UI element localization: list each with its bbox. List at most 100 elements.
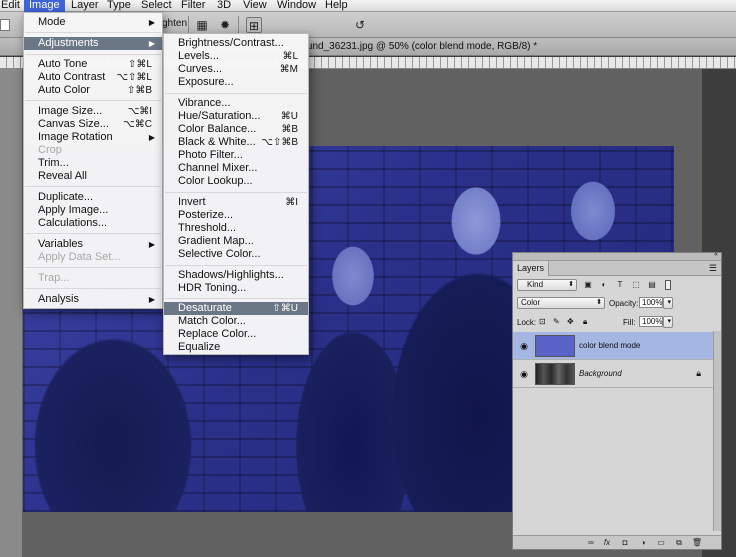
panel-tab-bar: Layers ☰ bbox=[513, 261, 721, 276]
options-divider bbox=[238, 16, 239, 34]
menu-item-trap: Trap... bbox=[38, 272, 70, 284]
kind-filter-dropdown[interactable]: Kind ⬍ bbox=[517, 279, 577, 291]
smart-object-filter-icon[interactable]: ▤ bbox=[647, 280, 657, 290]
gear-icon[interactable]: ✹ bbox=[217, 17, 233, 33]
menubar: Edit Image Layer Type Select Filter 3D V… bbox=[0, 0, 736, 12]
filter-toggle-switch[interactable] bbox=[665, 280, 671, 290]
menu-edit[interactable]: Edit bbox=[0, 0, 25, 12]
menu-item-hue-saturation[interactable]: Hue/Saturation... ⌘U bbox=[164, 110, 308, 123]
layers-panel: « Layers ☰ Kind ⬍ ▣ ◐ T ⬚ ▤ Color ⬍ Opacit… bbox=[512, 251, 722, 550]
layers-scrollbar[interactable] bbox=[713, 331, 721, 531]
layer-style-icon[interactable]: fx bbox=[601, 537, 613, 548]
menu-item-vibrance[interactable]: Vibrance... bbox=[164, 97, 308, 110]
add-mask-icon[interactable]: ◘ bbox=[619, 537, 631, 548]
menu-item-curves[interactable]: Curves... ⌘M bbox=[164, 63, 308, 76]
opacity-label: Opacity: bbox=[609, 299, 639, 308]
menu-item-posterize[interactable]: Posterize... bbox=[164, 209, 308, 222]
adjustment-layer-icon[interactable]: ◑ bbox=[637, 537, 649, 548]
eye-icon[interactable]: ◉ bbox=[518, 340, 530, 352]
menu-item-apply-image[interactable]: Apply Image... bbox=[24, 204, 162, 217]
menu-item-equalize[interactable]: Equalize bbox=[164, 341, 308, 354]
menu-filter[interactable]: Filter bbox=[176, 0, 210, 12]
menu-view[interactable]: View bbox=[238, 0, 272, 12]
menu-item-gradient-map[interactable]: Gradient Map... bbox=[164, 235, 308, 248]
layer-row-color-blend-mode[interactable]: ◉ color blend mode bbox=[513, 332, 713, 360]
eye-icon[interactable]: ◉ bbox=[518, 368, 530, 380]
vertical-ruler[interactable] bbox=[0, 69, 22, 557]
menu-item-invert[interactable]: Invert ⌘I bbox=[164, 196, 308, 209]
menu-item-canvas-size[interactable]: Canvas Size... ⌥⌘C bbox=[24, 118, 162, 131]
menu-item-selective-color[interactable]: Selective Color... bbox=[164, 248, 308, 261]
opacity-slider-button[interactable]: ▾ bbox=[663, 297, 673, 309]
blend-mode-dropdown[interactable]: Color ⬍ bbox=[517, 297, 605, 309]
lock-image-icon[interactable]: ✎ bbox=[553, 317, 560, 326]
lock-icon: 🔒︎ bbox=[696, 368, 701, 378]
pixel-filter-icon[interactable]: ▣ bbox=[583, 280, 593, 290]
menu-type[interactable]: Type bbox=[102, 0, 136, 12]
menu-item-exposure[interactable]: Exposure... bbox=[164, 76, 308, 89]
menu-layer[interactable]: Layer bbox=[66, 0, 104, 12]
menu-item-auto-tone[interactable]: Auto Tone ⇧⌘L bbox=[24, 58, 162, 71]
collapse-icon[interactable]: « bbox=[714, 251, 718, 258]
menu-item-black-white[interactable]: Black & White... ⌥⇧⌘B bbox=[164, 136, 308, 149]
adjustment-filter-icon[interactable]: ◐ bbox=[599, 280, 609, 290]
type-filter-icon[interactable]: T bbox=[615, 280, 625, 290]
link-layers-icon[interactable]: ∞ bbox=[585, 537, 597, 548]
menu-item-color-balance[interactable]: Color Balance... ⌘B bbox=[164, 123, 308, 136]
grid-icon[interactable]: ▦ bbox=[194, 17, 210, 33]
menu-item-analysis[interactable]: Analysis ▶ bbox=[24, 293, 162, 306]
menu-window[interactable]: Window bbox=[272, 0, 321, 12]
menu-item-brightness-contrast[interactable]: Brightness/Contrast... bbox=[164, 37, 308, 50]
fill-field[interactable]: 100% bbox=[639, 316, 663, 327]
menu-item-desaturate[interactable]: Desaturate ⇧⌘U bbox=[164, 302, 308, 315]
menu-item-auto-color[interactable]: Auto Color ⇧⌘B bbox=[24, 84, 162, 97]
menu-item-auto-contrast[interactable]: Auto Contrast ⌥⇧⌘L bbox=[24, 71, 162, 84]
menu-item-reveal-all[interactable]: Reveal All bbox=[24, 170, 162, 183]
align-icon[interactable]: ⊞ bbox=[246, 17, 262, 33]
menu-item-levels[interactable]: Levels... ⌘L bbox=[164, 50, 308, 63]
layer-name[interactable]: Background bbox=[579, 369, 622, 378]
menu-item-mode[interactable]: Mode ▶ bbox=[24, 16, 162, 29]
lock-transparent-icon[interactable]: ⊡ bbox=[539, 317, 546, 326]
menu-item-variables[interactable]: Variables ▶ bbox=[24, 238, 162, 251]
option-partial-label: ghten bbox=[162, 18, 188, 29]
tab-layers[interactable]: Layers bbox=[513, 261, 550, 276]
menu-item-shadows-highlights[interactable]: Shadows/Highlights... bbox=[164, 269, 308, 282]
panel-menu-icon[interactable]: ☰ bbox=[709, 263, 717, 274]
menu-item-adjustments[interactable]: Adjustments ▶ bbox=[24, 37, 162, 50]
menu-item-image-size[interactable]: Image Size... ⌥⌘I bbox=[24, 105, 162, 118]
menu-item-replace-color[interactable]: Replace Color... bbox=[164, 328, 308, 341]
menu-item-hdr-toning[interactable]: HDR Toning... bbox=[164, 282, 308, 295]
option-checkbox[interactable] bbox=[0, 19, 10, 31]
shape-filter-icon[interactable]: ⬚ bbox=[631, 280, 641, 290]
fill-slider-button[interactable]: ▾ bbox=[663, 316, 673, 328]
menu-item-color-lookup[interactable]: Color Lookup... bbox=[164, 175, 308, 188]
menu-item-match-color[interactable]: Match Color... bbox=[164, 315, 308, 328]
layer-row-background[interactable]: ◉ Background 🔒︎ bbox=[513, 360, 713, 388]
menu-item-channel-mixer[interactable]: Channel Mixer... bbox=[164, 162, 308, 175]
new-layer-icon[interactable]: ⧉ bbox=[673, 537, 685, 548]
menu-item-apply-data-set: Apply Data Set... bbox=[38, 251, 121, 263]
menu-help[interactable]: Help bbox=[320, 0, 353, 12]
menu-item-duplicate[interactable]: Duplicate... bbox=[24, 191, 162, 204]
submenu-arrow-icon: ▶ bbox=[148, 18, 155, 27]
opacity-field[interactable]: 100% bbox=[639, 297, 663, 308]
lock-all-icon[interactable]: 🔒︎ bbox=[583, 317, 587, 327]
menu-3d[interactable]: 3D bbox=[212, 0, 236, 12]
menu-item-image-rotation[interactable]: Image Rotation ▶ bbox=[24, 131, 162, 144]
rotate-back-icon[interactable]: ↺ bbox=[352, 17, 368, 33]
menu-select[interactable]: Select bbox=[136, 0, 177, 12]
document-title[interactable]: round_36231.jpg @ 50% (color blend mode,… bbox=[298, 41, 537, 52]
layer-name[interactable]: color blend mode bbox=[579, 341, 640, 350]
panel-header[interactable]: « bbox=[513, 251, 721, 261]
submenu-arrow-icon: ▶ bbox=[148, 39, 155, 48]
new-group-icon[interactable]: ▭ bbox=[655, 537, 667, 548]
menu-item-trim[interactable]: Trim... bbox=[24, 157, 162, 170]
menu-image[interactable]: Image bbox=[24, 0, 65, 12]
menu-item-calculations[interactable]: Calculations... bbox=[24, 217, 162, 230]
lock-position-icon[interactable]: ✥ bbox=[567, 317, 574, 326]
submenu-arrow-icon: ▶ bbox=[148, 295, 155, 304]
menu-item-threshold[interactable]: Threshold... bbox=[164, 222, 308, 235]
menu-item-photo-filter[interactable]: Photo Filter... bbox=[164, 149, 308, 162]
trash-icon[interactable]: 🗑︎ bbox=[691, 537, 703, 548]
